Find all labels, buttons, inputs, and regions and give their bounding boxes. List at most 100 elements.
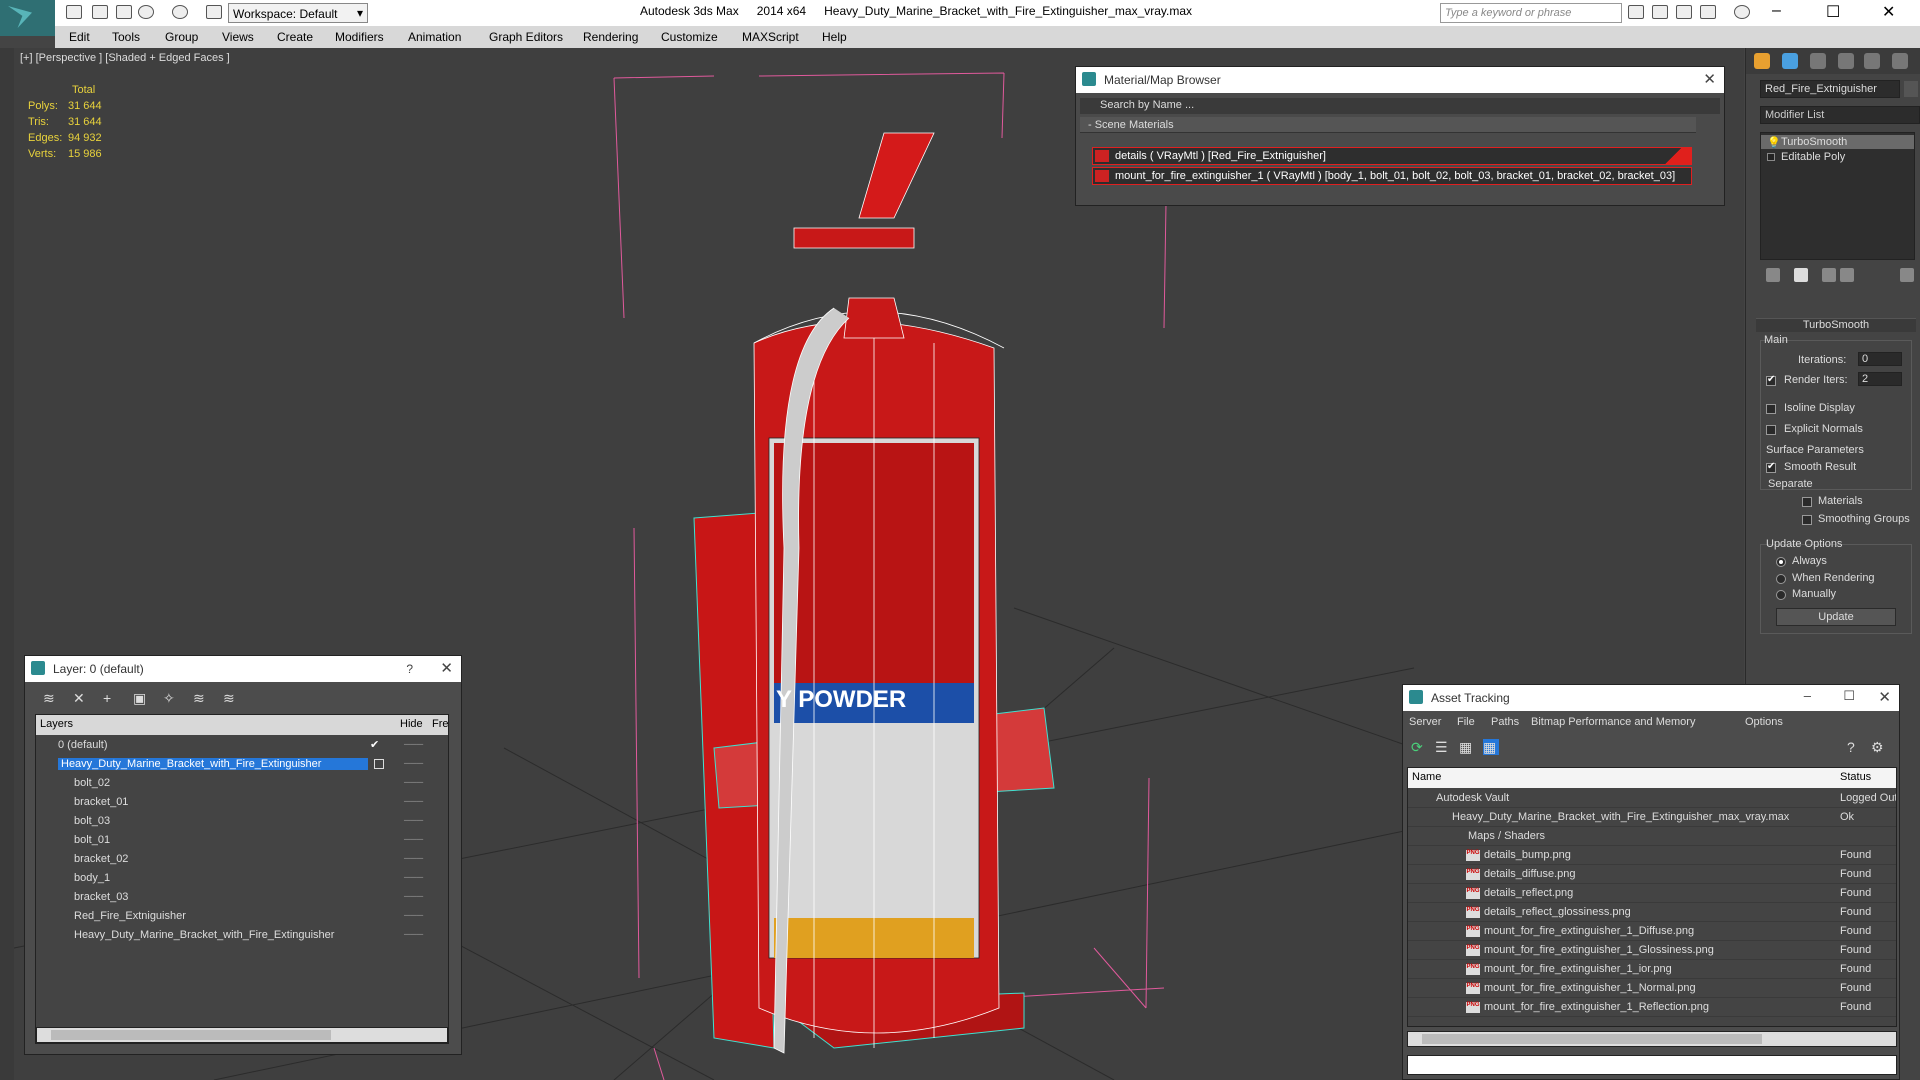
menu-maxscript[interactable]: MAXScript [742,30,799,44]
asset-row[interactable]: Maps / Shaders [1408,827,1896,846]
name-column-header[interactable]: Name [1412,771,1441,783]
menu-customize[interactable]: Customize [661,30,718,44]
redo-icon[interactable] [172,5,188,19]
open-file-icon[interactable] [92,5,108,19]
update-button[interactable]: Update [1776,608,1896,626]
status-column-header[interactable]: Status [1840,771,1871,783]
layers-column-header[interactable]: Layers [40,718,73,730]
subscription-icon[interactable] [1652,5,1668,19]
favorites-star-icon[interactable] [1700,5,1716,19]
help-icon[interactable]: ? [1847,739,1863,755]
maximize-icon[interactable]: ☐ [1826,2,1840,22]
minimize-icon[interactable]: – [1772,2,1781,20]
layer-horizontal-scrollbar[interactable] [36,1027,448,1043]
keyword-search-input[interactable]: Type a keyword or phrase [1440,3,1622,23]
asset-row[interactable]: PNG details_reflect.png Found [1408,884,1896,903]
stack-item-editable-poly[interactable]: Editable Poly [1761,150,1914,164]
material-row[interactable]: details ( VRayMtl ) [Red_Fire_Extniguish… [1092,147,1692,165]
layer-stack-icon[interactable]: ≋ [43,690,59,706]
update-when-rendering-radio[interactable] [1776,574,1786,584]
utilities-tab-icon[interactable] [1892,53,1908,69]
close-icon[interactable]: ✕ [1882,2,1895,22]
asset-row[interactable]: PNG mount_for_fire_extinguisher_1_ior.png… [1408,960,1896,979]
asset-row[interactable]: PNG mount_for_fire_extinguisher_1_Normal.… [1408,979,1896,998]
refresh-icon[interactable]: ⟳ [1411,739,1427,755]
explicit-normals-checkbox[interactable] [1766,425,1776,435]
menu-create[interactable]: Create [277,30,313,44]
hide-toggle[interactable]: ─── [404,758,423,768]
asset-menu-paths[interactable]: Paths [1491,716,1519,728]
hide-toggle[interactable]: ─── [404,739,423,749]
table-view-icon[interactable]: ▦ [1483,739,1499,755]
list-view-icon[interactable]: ☰ [1435,739,1451,755]
hide-toggle[interactable]: ─── [404,834,423,844]
layer-row[interactable]: body_1 ─── [36,869,448,888]
remove-modifier-icon[interactable] [1840,268,1854,282]
turbosmooth-rollout-header[interactable]: TurboSmooth [1756,318,1916,332]
communication-icon[interactable] [1676,5,1692,19]
isoline-display-checkbox[interactable] [1766,404,1776,414]
asset-menu-options[interactable]: Options [1745,716,1783,728]
display-tab-icon[interactable] [1864,53,1880,69]
project-folder-icon[interactable] [206,5,222,19]
undo-icon[interactable] [138,5,154,19]
menu-group[interactable]: Group [165,30,198,44]
material-search-input[interactable]: Search by Name ... [1080,98,1720,114]
create-tab-icon[interactable] [1754,53,1770,69]
settings-icon[interactable]: ⚙ [1871,739,1887,755]
menu-animation[interactable]: Animation [408,30,461,44]
close-icon[interactable]: ✕ [1878,688,1891,706]
material-browser-titlebar[interactable]: Material/Map Browser ✕ [1076,67,1724,93]
render-iters-spinner[interactable]: 2 [1858,372,1902,386]
highlight-layer-icon[interactable]: ✧ [163,690,179,706]
update-always-radio[interactable] [1776,557,1786,567]
modifier-list-dropdown[interactable]: Modifier List [1760,106,1920,124]
light-bulb-icon[interactable]: 💡 [1767,136,1781,149]
object-color-swatch[interactable] [1904,81,1918,97]
scene-materials-header[interactable]: - Scene Materials [1080,117,1696,133]
show-end-result-icon[interactable] [1794,268,1808,282]
menu-tools[interactable]: Tools [112,30,140,44]
help-icon[interactable]: ? [406,662,413,676]
smooth-result-checkbox[interactable] [1766,461,1776,473]
layer-row[interactable]: bracket_03 ─── [36,888,448,907]
hide-toggle[interactable]: ─── [404,777,423,787]
layer-row[interactable]: Red_Fire_Extniguisher ─── [36,907,448,926]
layer-row[interactable]: Heavy_Duty_Marine_Bracket_with_Fire_Exti… [36,926,448,945]
asset-row[interactable]: PNG mount_for_fire_extinguisher_1_Reflect… [1408,998,1896,1017]
modify-tab-icon[interactable] [1782,53,1798,69]
material-row[interactable]: mount_for_fire_extinguisher_1 ( VRayMtl … [1092,167,1692,185]
new-file-icon[interactable] [66,5,82,19]
viewport-label[interactable]: [+] [Perspective ] [Shaded + Edged Faces… [20,52,230,64]
make-unique-icon[interactable] [1822,268,1836,282]
hide-column-header[interactable]: Hide [400,718,423,730]
layer-row[interactable]: bracket_02 ─── [36,850,448,869]
asset-tracking-titlebar[interactable]: Asset Tracking – ☐ ✕ [1403,685,1899,711]
hide-all-layers-icon[interactable]: ≋ [193,690,209,706]
stack-item-turbosmooth[interactable]: 💡 TurboSmooth [1761,135,1914,149]
scrollbar-thumb[interactable] [1422,1034,1762,1044]
configure-sets-icon[interactable] [1900,268,1914,282]
asset-row[interactable]: Autodesk Vault Logged Out [1408,789,1896,808]
layer-row[interactable]: bolt_03 ─── [36,812,448,831]
render-iters-checkbox[interactable] [1766,374,1776,386]
help-icon[interactable] [1734,5,1750,19]
iterations-spinner[interactable]: 0 [1858,352,1902,366]
motion-tab-icon[interactable] [1838,53,1854,69]
hide-toggle[interactable]: ─── [404,929,423,939]
asset-row[interactable]: PNG details_diffuse.png Found [1408,865,1896,884]
layer-row[interactable]: bolt_02 ─── [36,774,448,793]
asset-path-field[interactable] [1407,1055,1897,1075]
separate-materials-checkbox[interactable] [1802,497,1812,507]
layer-row[interactable]: bracket_01 ─── [36,793,448,812]
asset-menu-server[interactable]: Server [1409,716,1441,728]
scrollbar-thumb[interactable] [51,1030,331,1040]
menu-graph-editors[interactable]: Graph Editors [489,30,563,44]
menu-views[interactable]: Views [222,30,254,44]
close-icon[interactable]: ✕ [1703,70,1716,88]
menu-rendering[interactable]: Rendering [583,30,638,44]
hide-toggle[interactable]: ─── [404,910,423,920]
thumbnail-view-icon[interactable]: ▦ [1459,739,1475,755]
layer-window-titlebar[interactable]: Layer: 0 (default) ? ✕ [25,656,461,682]
add-layer-icon[interactable]: + [103,690,119,706]
